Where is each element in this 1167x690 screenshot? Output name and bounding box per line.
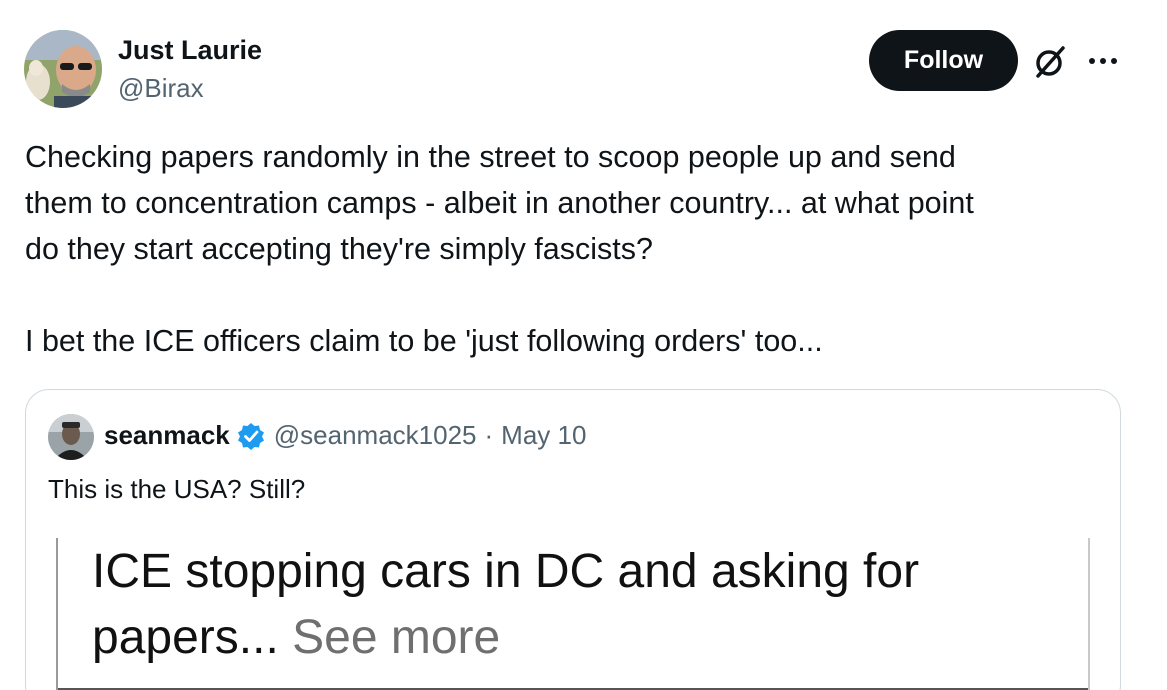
tweet-line: them to concentration camps - albeit in … (25, 186, 974, 220)
post: Just Laurie @Birax Follow Checking paper… (0, 0, 1167, 690)
follow-button[interactable]: Follow (869, 30, 1018, 91)
verified-badge-icon (236, 421, 266, 451)
separator-dot: · (484, 420, 494, 450)
quoted-date[interactable]: May 10 (501, 420, 586, 451)
quoted-author-avatar[interactable] (48, 414, 94, 460)
tweet-line: I bet the ICE officers claim to be 'just… (25, 324, 823, 358)
media-text-line-2: papers... (92, 611, 279, 664)
tweet-line: do they start accepting they're simply f… (25, 232, 653, 266)
tweet-text: Checking papers randomly in the street t… (25, 134, 1135, 364)
see-more-link: See more (292, 611, 501, 664)
grok-icon[interactable] (1030, 42, 1070, 82)
author-info: Just Laurie @Birax (118, 34, 262, 104)
author-avatar[interactable] (24, 30, 102, 108)
quoted-handle[interactable]: @seanmack1025 (274, 420, 477, 451)
quoted-display-name[interactable]: seanmack (104, 420, 230, 451)
media-text-line: papers... See more (92, 610, 500, 666)
more-options-icon[interactable] (1086, 48, 1120, 74)
quoted-media-image[interactable]: ICE stopping cars in DC and asking for p… (56, 538, 1090, 690)
author-handle[interactable]: @Birax (118, 72, 262, 104)
quoted-header: seanmack @seanmack1025 · May 10 (104, 420, 586, 451)
tweet-line: Checking papers randomly in the street t… (25, 140, 956, 174)
author-display-name[interactable]: Just Laurie (118, 34, 262, 66)
media-text-line: ICE stopping cars in DC and asking for (92, 545, 920, 598)
quoted-tweet[interactable]: seanmack @seanmack1025 · May 10 This is … (25, 389, 1121, 690)
quoted-text: This is the USA? Still? (48, 474, 306, 504)
